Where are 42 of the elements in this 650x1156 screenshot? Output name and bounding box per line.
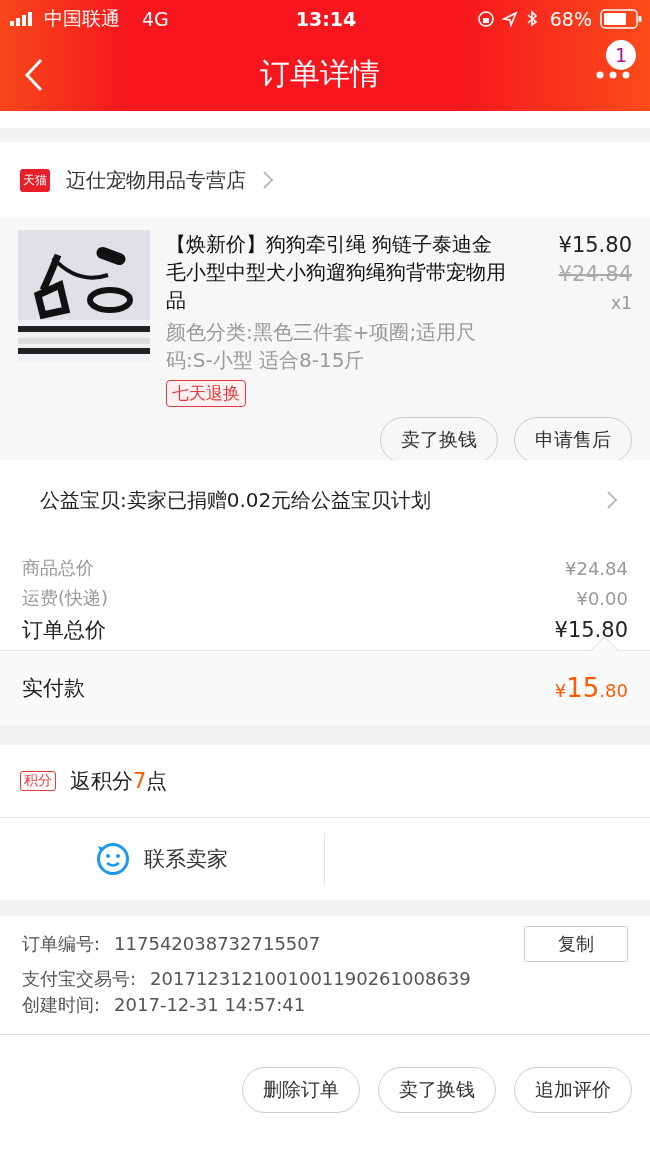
info-label: 支付宝交易号:	[22, 967, 137, 991]
summary-label: 订单总价	[22, 617, 106, 644]
info-label: 订单编号:	[22, 932, 101, 956]
clock-time: 13:14	[295, 8, 357, 30]
summary-label: 运费(快递)	[22, 586, 109, 610]
action-button[interactable]: 删除订单	[242, 1066, 360, 1113]
battery-percent: 68%	[549, 8, 592, 30]
chevron-icon	[262, 170, 274, 190]
info-value: 2017123121001001190261008639	[150, 967, 472, 991]
summary-value: ¥15.80	[554, 618, 628, 642]
more-icon[interactable]	[596, 70, 630, 79]
paid-label: 实付款	[22, 675, 85, 702]
action-button[interactable]: 卖了换钱	[378, 1066, 496, 1113]
points-text: 返积分7点	[70, 768, 168, 795]
info-label: 创建时间:	[22, 993, 101, 1017]
back-icon[interactable]	[24, 57, 44, 92]
notification-badge: 1	[606, 40, 636, 70]
points-tag: 积分	[20, 771, 56, 791]
product-price: ¥15.80	[558, 232, 632, 259]
product-title[interactable]: 【焕新价】狗狗牵引绳 狗链子泰迪金毛小型中型犬小狗遛狗绳狗背带宠物用品	[166, 230, 511, 314]
paid-amount: ¥15.80	[554, 673, 628, 703]
carrier-name: 中国联通	[44, 6, 120, 31]
store-tag: 天猫	[20, 168, 50, 192]
summary-value: ¥24.84	[565, 557, 628, 579]
copy-button[interactable]: 复制	[524, 926, 628, 962]
product-variant: 颜色分类:黑色三件套+项圈;适用尺码:S-小型 适合8-15斤	[166, 319, 478, 374]
page-title: 订单详情	[260, 55, 380, 93]
chevron-icon	[606, 490, 618, 510]
chat-face-icon	[96, 842, 130, 876]
action-button[interactable]: 申请售后	[514, 417, 632, 463]
info-value: 2017-12-31 14:57:41	[114, 993, 307, 1017]
battery-icon	[600, 9, 642, 29]
return-policy-tag: 七天退换	[166, 380, 246, 407]
quantity: x1	[611, 292, 632, 315]
action-button[interactable]: 卖了换钱	[380, 417, 498, 463]
summary-value: ¥0.00	[576, 587, 628, 609]
info-value: 117542038732715507	[114, 932, 322, 956]
original-price: ¥24.84	[558, 261, 632, 288]
network-type: 4G	[142, 8, 169, 30]
store-name[interactable]: 迈仕宠物用品专营店	[66, 166, 246, 194]
action-button[interactable]: 追加评价	[514, 1066, 632, 1113]
summary-label: 商品总价	[22, 556, 94, 580]
